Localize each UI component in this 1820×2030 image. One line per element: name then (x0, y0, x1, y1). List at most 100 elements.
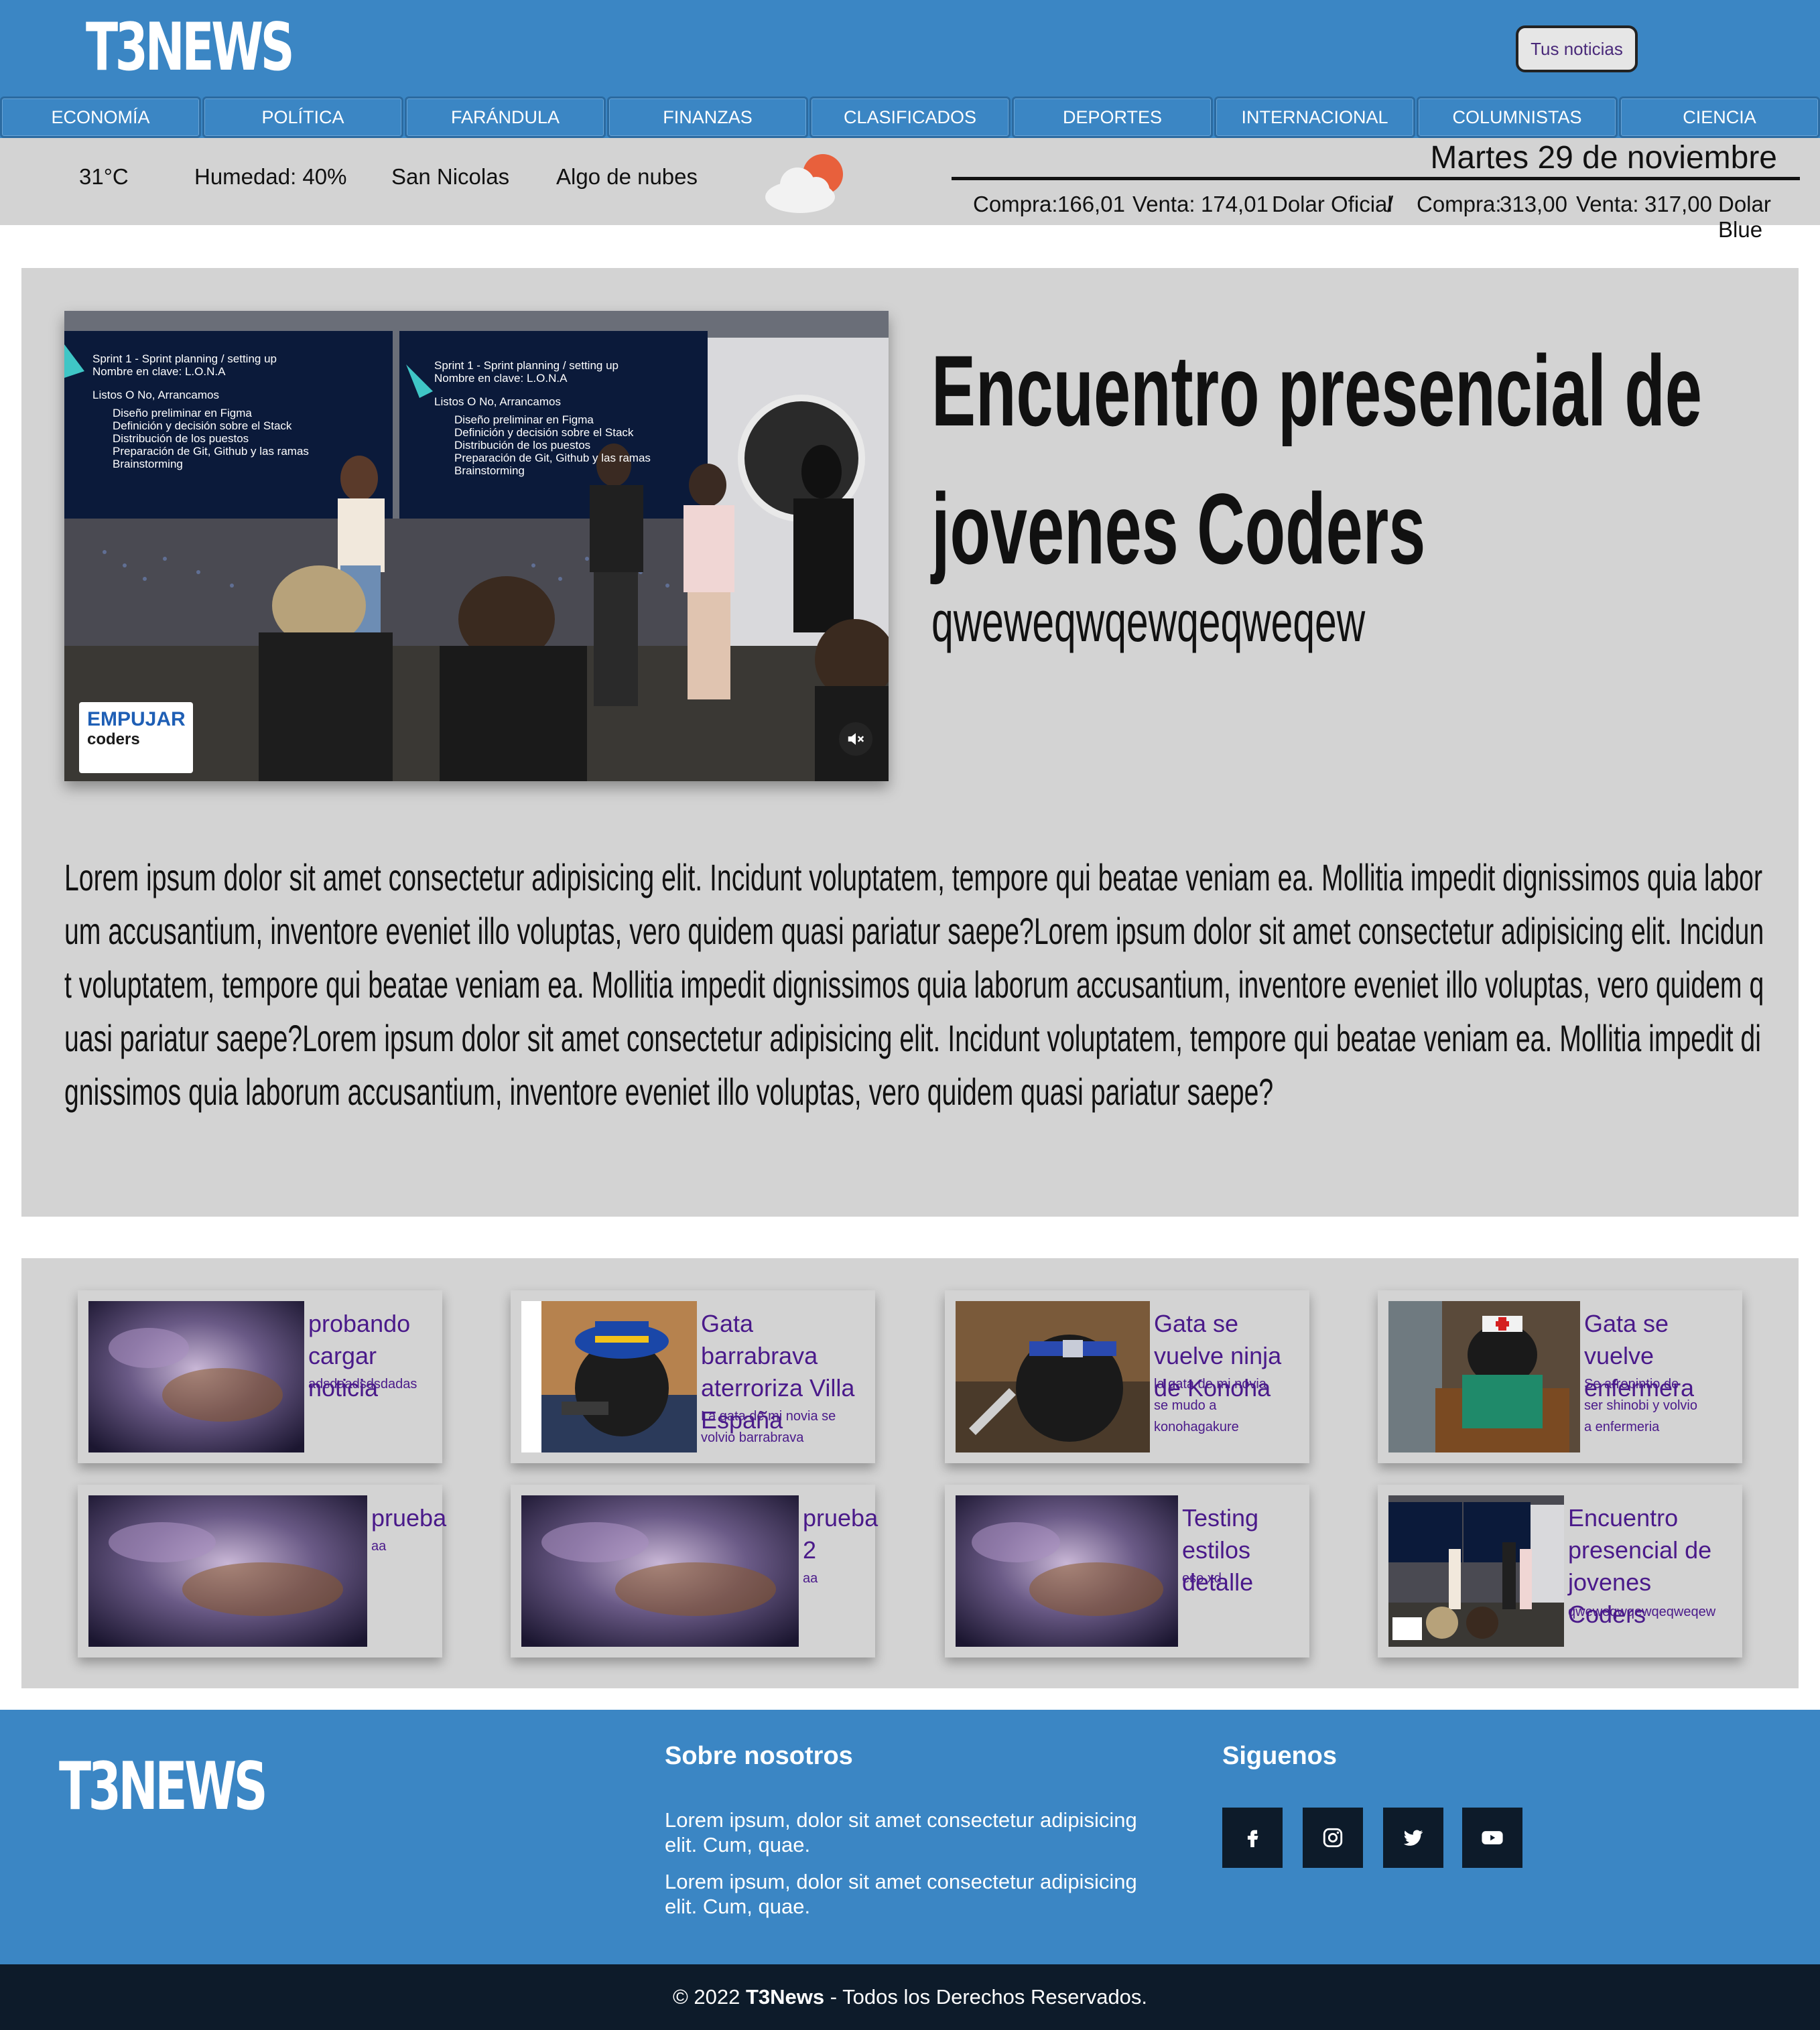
event-image (1388, 1495, 1564, 1647)
dolar-separator: / (1387, 192, 1394, 216)
news-card[interactable]: prueba 2 aa (511, 1485, 878, 1657)
about-title: Sobre nosotros (665, 1742, 853, 1770)
badge-line2: coders (87, 730, 140, 748)
featured-subtitle-text: qweweqwqewqeqweqew (931, 590, 1366, 653)
copyright-post: - Todos los Derechos Reservados. (824, 1985, 1148, 2009)
slide-title: Sprint 1 - Sprint planning / setting up (434, 359, 619, 372)
date-divider (952, 177, 1800, 180)
nav-item-clasificados[interactable]: CLASIFICADOS (809, 96, 1011, 138)
slide-subtitle: Nombre en clave: L.O.N.A (92, 365, 226, 378)
about-text-1: Lorem ipsum, dolor sit amet consectetur … (665, 1808, 1137, 1856)
main-nav: ECONOMÍA POLÍTICA FARÁNDULA FINANZAS CLA… (0, 96, 1820, 138)
news-desc: la gata de mi novia se mudo a konohagaku… (1154, 1377, 1266, 1434)
slide-list-title: Listos O No, Arrancamos (434, 395, 561, 408)
news-desc: eso xd (1182, 1571, 1222, 1586)
slide-item: Definición y decisión sobre el Stack (454, 426, 634, 439)
weather-humidity: Humedad: 40% (194, 164, 347, 189)
news-card[interactable]: Encuentro presencial de jovenes Coders q… (1378, 1485, 1742, 1657)
dolar-oficial-venta: 174,01 (1201, 192, 1269, 216)
site-logo[interactable]: T3NEWS (86, 9, 295, 86)
copyright-bar: © 2022 T3News - Todos los Derechos Reser… (0, 1964, 1820, 2030)
nav-item-columnistas[interactable]: COLUMNISTAS (1417, 96, 1618, 138)
news-desc: Se arrepintio de ser shinobi y volvio a … (1584, 1377, 1697, 1434)
weather-city: San Nicolas (391, 164, 510, 189)
featured-headline: Encuentro presencial de jovenes Coders (931, 322, 1776, 598)
slide-item: Diseño preliminar en Figma (113, 407, 252, 419)
partly-cloudy-icon (765, 154, 843, 213)
nav-item-internacional[interactable]: INTERNACIONAL (1214, 96, 1415, 138)
copyright-brand: T3News (745, 1985, 825, 2009)
badge-line1: EMPUJAR (87, 708, 186, 730)
follow-title: Siguenos (1222, 1742, 1338, 1770)
cat-nurse-image (1388, 1301, 1580, 1452)
nebula-image (521, 1495, 799, 1647)
facebook-icon (1247, 1830, 1258, 1848)
news-card[interactable]: prueba aa (78, 1485, 446, 1657)
mute-button[interactable] (839, 722, 872, 756)
dolar-blue-venta: 317,00 (1644, 192, 1712, 216)
slide-list-title: Listos O No, Arrancamos (92, 389, 219, 401)
featured-video[interactable]: Sprint 1 - Sprint planning / setting up … (64, 311, 889, 781)
news-card[interactable]: probando cargar noticia adsdaadsdsdadas (78, 1290, 442, 1463)
cat-hat-image (521, 1301, 697, 1452)
dolar-oficial-compra: 166,01 (1057, 192, 1125, 216)
slide-item: Definición y decisión sobre el Stack (113, 419, 292, 432)
slide-item: Distribución de los puestos (454, 439, 591, 452)
nav-item-economia[interactable]: ECONOMÍA (0, 96, 201, 138)
nav-item-finanzas[interactable]: FINANZAS (607, 96, 808, 138)
nebula-image (88, 1495, 367, 1647)
youtube-icon (1482, 1831, 1503, 1844)
dolar-oficial-compra-label: Compra: (973, 192, 1058, 216)
dolar-oficial-venta-label: Venta: (1132, 192, 1195, 216)
nebula-image (956, 1495, 1178, 1647)
dolar-oficial-name: Dolar Oficial (1272, 192, 1392, 216)
current-date: Martes 29 de noviembre (1430, 140, 1777, 176)
news-title-text[interactable]: prueba 2 (803, 1504, 878, 1564)
youtube-button[interactable] (1462, 1808, 1522, 1868)
news-desc: La gata de mi novia se volvio barrabrava (701, 1409, 836, 1445)
news-title[interactable]: prueba 2 (803, 1502, 878, 1566)
nav-item-ciencia[interactable]: CIENCIA (1619, 96, 1820, 138)
slide-item: Brainstorming (454, 464, 525, 477)
nav-item-farandula[interactable]: FARÁNDULA (405, 96, 606, 138)
slide-item: Preparación de Git, Github y las ramas (454, 452, 651, 464)
slide-item: Preparación de Git, Github y las ramas (113, 445, 309, 458)
news-card[interactable]: Gata se vuelve ninja de Konoha la gata d… (945, 1290, 1309, 1463)
instagram-button[interactable] (1303, 1808, 1363, 1868)
cat-ninja-image (956, 1301, 1150, 1452)
tus-noticias-button[interactable]: Tus noticias (1516, 25, 1638, 72)
nav-item-politica[interactable]: POLÍTICA (202, 96, 403, 138)
slide-text-left: Sprint 1 - Sprint planning / setting up … (92, 352, 361, 470)
news-title[interactable]: prueba (371, 1502, 446, 1534)
twitter-icon (1403, 1830, 1423, 1846)
featured-body: Lorem ipsum dolor sit amet consectetur a… (64, 851, 1766, 1119)
featured-subtitle: qweweqwqewqeqweqew (931, 590, 1551, 655)
nav-item-deportes[interactable]: DEPORTES (1012, 96, 1213, 138)
weather-condition: Algo de nubes (556, 164, 698, 189)
news-card[interactable]: Testing estilos detalle eso xd (945, 1485, 1309, 1657)
muted-speaker-icon (848, 733, 864, 745)
slide-subtitle: Nombre en clave: L.O.N.A (434, 372, 568, 385)
news-title-text[interactable]: prueba (371, 1504, 446, 1532)
about-text-2: Lorem ipsum, dolor sit amet consectetur … (665, 1870, 1137, 1918)
nebula-image (88, 1301, 304, 1452)
instagram-icon (1323, 1828, 1343, 1848)
news-desc: aa (371, 1539, 387, 1554)
slide-item: Distribución de los puestos (113, 432, 249, 445)
twitter-button[interactable] (1383, 1808, 1443, 1868)
dolar-blue-venta-label: Venta: (1576, 192, 1639, 216)
news-desc: adsdaadsdsdadas (308, 1377, 417, 1392)
slide-item: Brainstorming (113, 458, 183, 470)
footer-logo[interactable]: T3NEWS (59, 1749, 268, 1825)
featured-headline-text: Encuentro presencial de jovenes Coders (931, 334, 1702, 585)
news-card[interactable]: Gata barrabrava aterroriza Villa España … (511, 1290, 875, 1463)
slide-item: Diseño preliminar en Figma (454, 413, 594, 426)
news-card[interactable]: Gata se vuelve enfermera Se arrepintio d… (1378, 1290, 1742, 1463)
slide-title: Sprint 1 - Sprint planning / setting up (92, 352, 277, 365)
dolar-blue-name: Dolar Blue (1718, 192, 1771, 242)
copyright-pre: © 2022 (672, 1985, 746, 2009)
facebook-button[interactable] (1222, 1808, 1283, 1868)
news-desc: qweweqwqewqeqweqew (1568, 1605, 1716, 1619)
dolar-blue-compra: 313,00 (1500, 192, 1567, 216)
slide-text-right: Sprint 1 - Sprint planning / setting up … (434, 359, 682, 477)
